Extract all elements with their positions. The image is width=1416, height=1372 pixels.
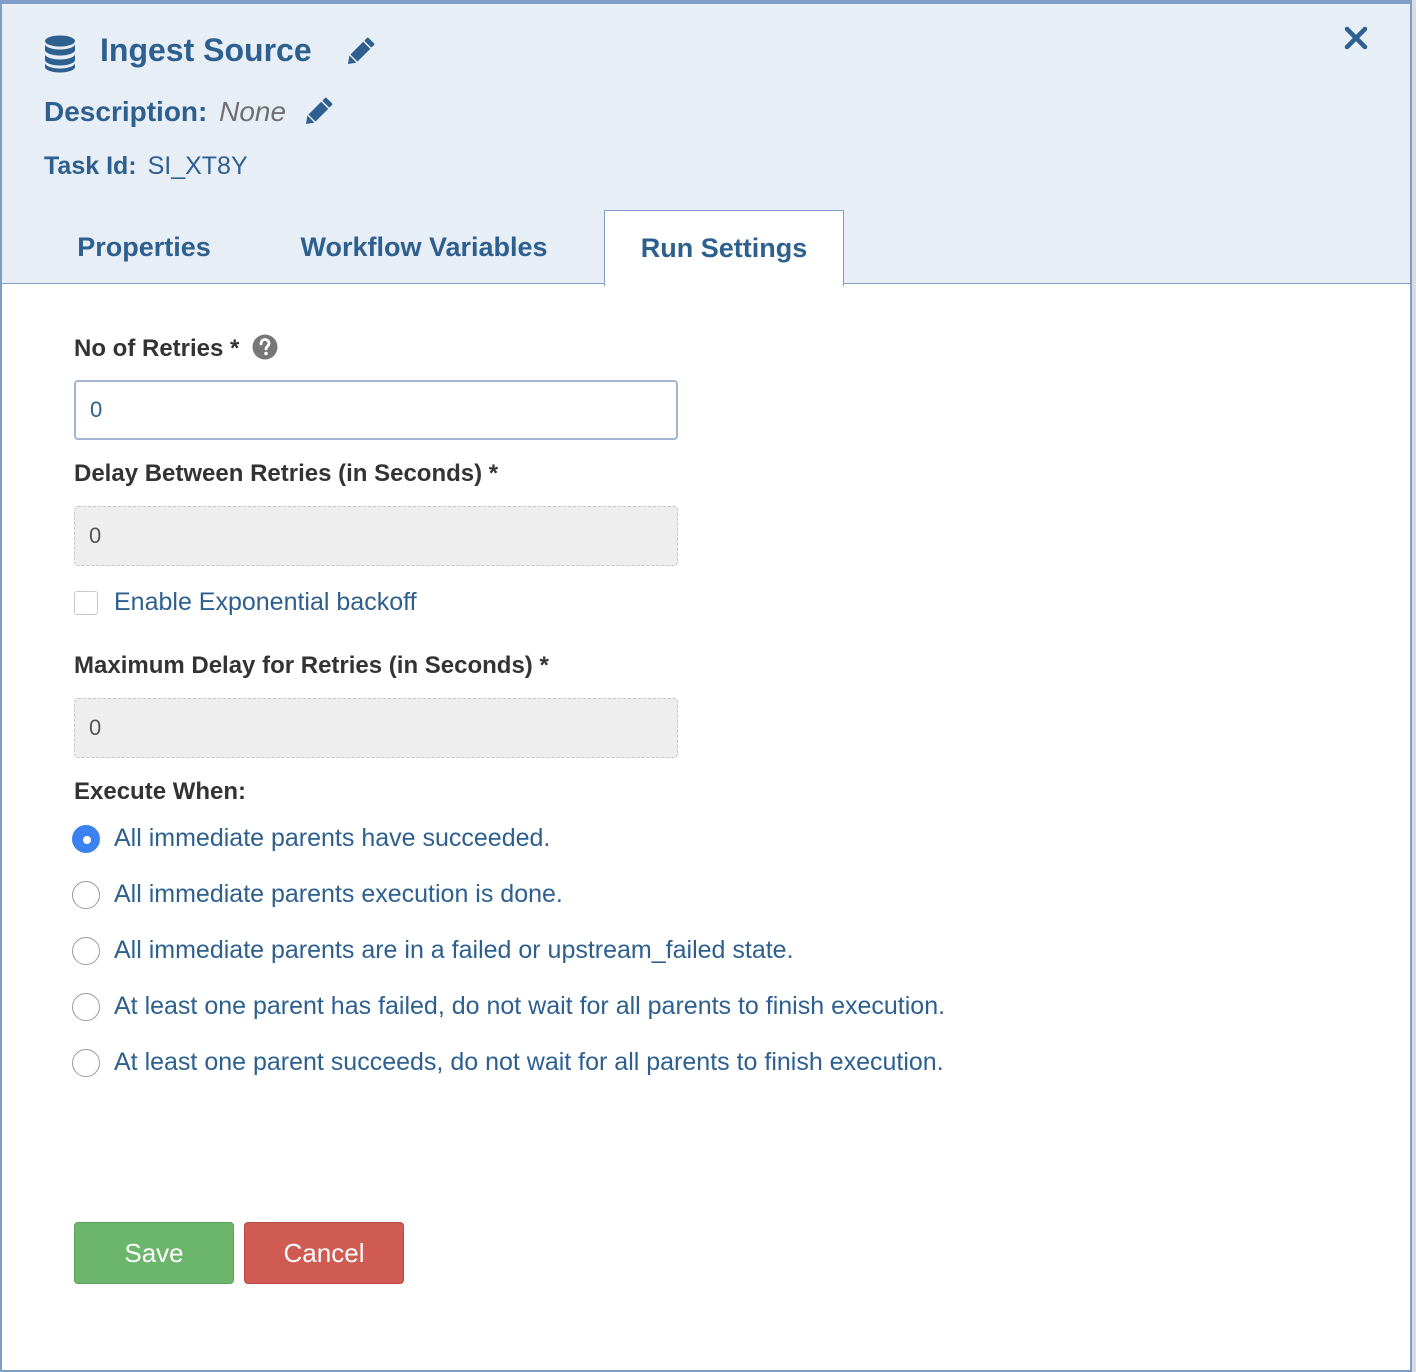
task-id-row: Task Id: SI_XT8Y [44, 152, 248, 181]
save-button[interactable]: Save [74, 1222, 234, 1284]
execute-when-label: Execute When: [74, 778, 247, 805]
execute-option-row: All immediate parents have succeeded. [72, 824, 550, 853]
max-delay-label: Maximum Delay for Retries (in Seconds) * [74, 652, 549, 679]
description-value: None [219, 96, 287, 127]
close-icon[interactable] [1340, 22, 1372, 54]
delay-input[interactable] [74, 506, 678, 566]
dialog-header: Ingest Source Description: None Task Id: [2, 4, 1410, 286]
execute-option-radio[interactable] [72, 936, 100, 965]
background-strip [1412, 0, 1416, 1372]
database-icon [45, 35, 75, 73]
cancel-button[interactable]: Cancel [244, 1222, 404, 1284]
description-label: Description: [44, 96, 208, 127]
execute-option-row: At least one parent has failed, do not w… [72, 992, 945, 1021]
backoff-checkbox[interactable] [74, 590, 98, 615]
tab-run-settings[interactable]: Run Settings [604, 210, 844, 286]
pencil-icon[interactable] [300, 94, 336, 130]
execute-option-radio[interactable] [72, 880, 100, 909]
tab-workflow-variables[interactable]: Workflow Variables [274, 210, 574, 285]
execute-option-row: At least one parent succeeds, do not wai… [72, 1048, 944, 1077]
execute-option-label[interactable]: All immediate parents have succeeded. [114, 824, 550, 853]
backoff-label[interactable]: Enable Exponential backoff [114, 588, 417, 617]
execute-option-label[interactable]: At least one parent has failed, do not w… [114, 992, 945, 1021]
description-row: Description: None [44, 96, 286, 128]
task-id-label: Task Id: [44, 152, 137, 180]
execute-option-row: All immediate parents execution is done. [72, 880, 563, 909]
retries-label-row: No of Retries * [74, 334, 278, 363]
dialog-title: Ingest Source [100, 32, 312, 68]
backoff-row: Enable Exponential backoff [74, 588, 417, 617]
max-delay-input[interactable] [74, 698, 678, 758]
execute-option-label[interactable]: All immediate parents execution is done. [114, 880, 563, 909]
execute-option-label[interactable]: All immediate parents are in a failed or… [114, 936, 794, 965]
delay-label: Delay Between Retries (in Seconds) * [74, 460, 499, 487]
execute-option-radio[interactable] [72, 824, 100, 853]
help-icon[interactable] [252, 334, 278, 360]
execute-option-label[interactable]: At least one parent succeeds, do not wai… [114, 1048, 944, 1077]
pencil-icon[interactable] [342, 34, 378, 70]
execute-option-row: All immediate parents are in a failed or… [72, 936, 794, 965]
tab-properties[interactable]: Properties [54, 210, 234, 285]
execute-option-radio[interactable] [72, 1048, 100, 1077]
task-id-value: SI_XT8Y [147, 152, 248, 180]
execute-option-radio[interactable] [72, 992, 100, 1021]
retries-input[interactable] [74, 380, 678, 440]
ingest-source-dialog: Ingest Source Description: None Task Id: [0, 0, 1412, 1372]
retries-label: No of Retries * [74, 335, 240, 362]
